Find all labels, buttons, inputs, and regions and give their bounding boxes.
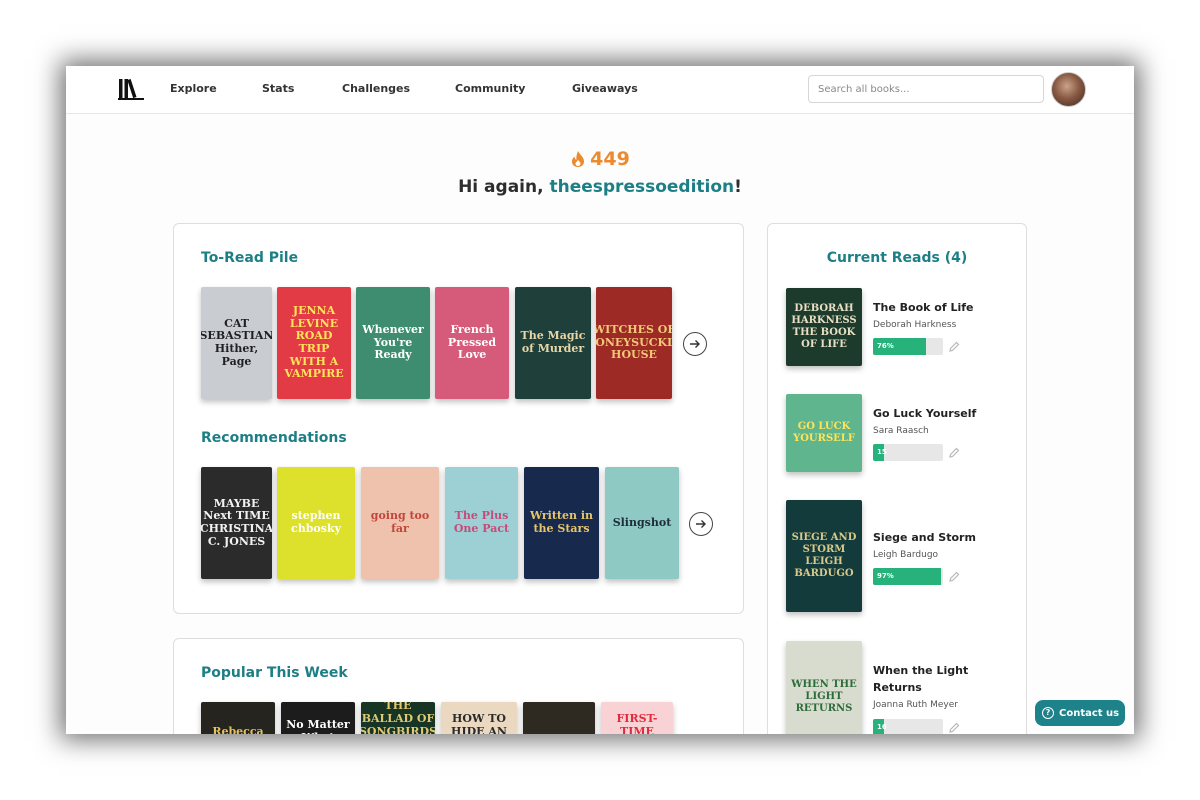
- popular-card: Popular This Week Rebecca No Matter What…: [173, 638, 744, 734]
- book-cover[interactable]: No Matter What: [281, 702, 355, 734]
- streak-count: 449: [590, 148, 630, 170]
- to-read-title: To-Read Pile: [201, 250, 299, 266]
- current-read-title[interactable]: Go Luck Yourself: [873, 406, 983, 423]
- nav-stats[interactable]: Stats: [262, 82, 294, 95]
- book-cover[interactable]: FIRST-TIME CALLER: [601, 702, 673, 734]
- edit-progress-icon[interactable]: [949, 722, 960, 733]
- book-cover[interactable]: Slingshot: [605, 467, 679, 579]
- contact-us-button[interactable]: ? Contact us: [1035, 700, 1125, 726]
- progress-bar: 76%: [873, 338, 943, 355]
- greeting-suffix: !: [734, 177, 742, 197]
- book-cover[interactable]: THE BALLAD OF SONGBIRDS AND SNAKES: [361, 702, 435, 734]
- progress-bar: 15: [873, 444, 943, 461]
- nav-giveaways[interactable]: Giveaways: [572, 82, 638, 95]
- current-read-title[interactable]: When the Light Returns: [873, 663, 983, 696]
- nav-explore[interactable]: Explore: [170, 82, 217, 95]
- to-read-next-button[interactable]: [683, 332, 707, 356]
- progress-bar: 16: [873, 719, 943, 734]
- arrow-right-icon: [696, 520, 706, 528]
- current-read-cover[interactable]: GO LUCK YOURSELF: [786, 394, 862, 472]
- current-reads-title: Current Reads (4): [826, 250, 968, 266]
- username-link[interactable]: theespressoedition: [549, 177, 734, 197]
- book-cover[interactable]: The Plus One Pact: [445, 467, 518, 579]
- progress-fill: 15: [873, 444, 887, 461]
- recommendations-title: Recommendations: [201, 430, 347, 446]
- current-read-cover[interactable]: SIEGE AND STORM LEIGH BARDUGO: [786, 500, 862, 612]
- nav-challenges[interactable]: Challenges: [342, 82, 410, 95]
- greeting-prefix: Hi again,: [458, 177, 550, 197]
- help-icon: ?: [1042, 707, 1054, 719]
- book-cover[interactable]: Rebecca: [201, 702, 275, 734]
- current-read-author: Joanna Ruth Meyer: [873, 700, 958, 710]
- book-cover[interactable]: French Pressed Love: [435, 287, 509, 399]
- current-read-author: Sara Raasch: [873, 426, 929, 436]
- book-cover[interactable]: going too far: [361, 467, 439, 579]
- edit-progress-icon[interactable]: [949, 447, 960, 458]
- popular-title: Popular This Week: [201, 665, 348, 681]
- recommendations-next-button[interactable]: [689, 512, 713, 536]
- book-cover[interactable]: MAYBE Next TIME CHRISTINA C. JONES: [201, 467, 272, 579]
- current-reads-card: Current Reads (4) DEBORAH HARKNESS THE B…: [767, 223, 1027, 734]
- arrow-right-icon: [690, 340, 700, 348]
- book-cover[interactable]: HOW TO HIDE AN EMPIRE: [441, 702, 517, 734]
- greeting-heading: Hi again, theespressoedition!: [66, 177, 1134, 197]
- nav-community[interactable]: Community: [455, 82, 525, 95]
- current-read-cover[interactable]: DEBORAH HARKNESS THE BOOK OF LIFE: [786, 288, 862, 366]
- current-read-author: Deborah Harkness: [873, 320, 957, 330]
- user-avatar[interactable]: [1051, 72, 1086, 107]
- current-read-author: Leigh Bardugo: [873, 550, 939, 560]
- book-cover[interactable]: stephen chbosky: [277, 467, 355, 579]
- book-cover[interactable]: WITCHES OF HONEYSUCKLE HOUSE: [596, 287, 672, 399]
- current-read-title[interactable]: The Book of Life: [873, 300, 983, 317]
- search-input[interactable]: [808, 75, 1044, 103]
- book-cover[interactable]: The Magic of Murder: [515, 287, 591, 399]
- progress-bar: 97%: [873, 568, 943, 585]
- flame-icon: [572, 151, 585, 167]
- edit-progress-icon[interactable]: [949, 341, 960, 352]
- current-read-title[interactable]: Siege and Storm: [873, 530, 983, 547]
- top-navigation: Explore Stats Challenges Community Givea…: [66, 66, 1134, 114]
- reading-streak: 449: [66, 148, 1134, 170]
- book-cover[interactable]: Whenever You're Ready: [356, 287, 430, 399]
- to-read-card: To-Read Pile CAT SEBASTIAN Hither, Page …: [173, 223, 744, 614]
- app-window: Explore Stats Challenges Community Givea…: [66, 66, 1134, 734]
- progress-fill: 16: [873, 719, 887, 734]
- contact-us-label: Contact us: [1059, 707, 1120, 719]
- book-cover[interactable]: JENNA LEVINE ROAD TRIP WITH A VAMPIRE: [277, 287, 351, 399]
- bookshelf-logo-icon[interactable]: [118, 78, 144, 100]
- book-cover[interactable]: CAT SEBASTIAN Hither, Page: [201, 287, 272, 399]
- book-cover[interactable]: [523, 702, 595, 734]
- book-cover[interactable]: Written in the Stars: [524, 467, 599, 579]
- progress-fill: 97%: [873, 568, 941, 585]
- edit-progress-icon[interactable]: [949, 571, 960, 582]
- current-read-cover[interactable]: WHEN THE LIGHT RETURNS: [786, 641, 862, 734]
- progress-fill: 76%: [873, 338, 927, 355]
